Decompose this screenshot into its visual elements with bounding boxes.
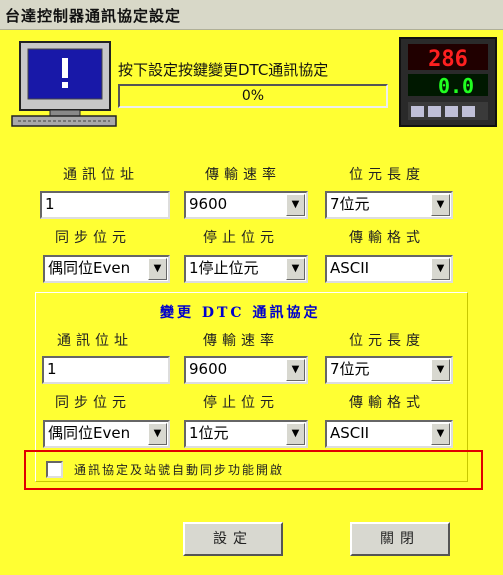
chevron-down-icon[interactable]: ▼ xyxy=(148,423,167,445)
current-parity-value: 偶同位Even xyxy=(48,259,131,277)
auto-sync-highlight: 通訊協定及站號自動同步功能開啟 xyxy=(24,450,483,490)
current-parity-label: 同步位元 xyxy=(55,230,131,246)
chevron-down-icon[interactable]: ▼ xyxy=(431,194,450,216)
change-parity-label: 同步位元 xyxy=(55,395,131,411)
current-format-select[interactable]: ASCII ▼ xyxy=(325,255,453,283)
current-bits-label: 位元長度 xyxy=(349,167,425,183)
current-bits-value: 7位元 xyxy=(330,195,370,213)
auto-sync-label: 通訊協定及站號自動同步功能開啟 xyxy=(74,463,285,477)
change-baud-value: 9600 xyxy=(189,360,228,378)
current-baud-value: 9600 xyxy=(189,195,228,213)
progress-label: 0% xyxy=(241,88,265,104)
change-format-label: 傳輸格式 xyxy=(349,395,425,411)
change-address-label: 通訊位址 xyxy=(57,333,133,349)
window-title: 台達控制器通訊協定設定 xyxy=(0,0,503,30)
status-message: 按下設定按鍵變更DTC通訊協定 xyxy=(118,61,329,79)
current-baud-select[interactable]: 9600 ▼ xyxy=(184,191,308,219)
close-button[interactable]: 關閉 xyxy=(350,522,450,556)
chevron-down-icon[interactable]: ▼ xyxy=(286,359,305,381)
change-settings-title: 變更 DTC 通訊協定 xyxy=(160,305,321,321)
change-bits-value: 7位元 xyxy=(330,360,370,378)
change-baud-label: 傳輸速率 xyxy=(203,333,279,349)
change-baud-select[interactable]: 9600 ▼ xyxy=(184,356,308,384)
chevron-down-icon[interactable]: ▼ xyxy=(286,194,305,216)
current-address-label: 通訊位址 xyxy=(63,167,139,183)
change-bits-select[interactable]: 7位元 ▼ xyxy=(325,356,453,384)
main-panel: 按下設定按鍵變更DTC通訊協定 0% 286 0.0 通訊位址 傳輸速率 位元長… xyxy=(0,30,503,575)
chevron-down-icon[interactable]: ▼ xyxy=(431,359,450,381)
controller-pv: 286 xyxy=(428,47,468,72)
change-parity-select[interactable]: 偶同位Even ▼ xyxy=(43,420,170,448)
current-stop-label: 停止位元 xyxy=(203,230,279,246)
current-format-label: 傳輸格式 xyxy=(349,230,425,246)
chevron-down-icon[interactable]: ▼ xyxy=(148,258,167,280)
chevron-down-icon[interactable]: ▼ xyxy=(431,258,450,280)
current-address-input[interactable]: 1 xyxy=(40,191,170,219)
change-format-value: ASCII xyxy=(330,424,370,442)
change-address-input[interactable]: 1 xyxy=(42,356,170,384)
change-stop-select[interactable]: 1位元 ▼ xyxy=(184,420,308,448)
chevron-down-icon[interactable]: ▼ xyxy=(286,258,305,280)
current-stop-select[interactable]: 1停止位元 ▼ xyxy=(184,255,308,283)
current-format-value: ASCII xyxy=(330,259,370,277)
auto-sync-checkbox[interactable] xyxy=(46,461,63,478)
controller-icon: 286 0.0 xyxy=(398,36,498,128)
current-parity-select[interactable]: 偶同位Even ▼ xyxy=(43,255,170,283)
current-stop-value: 1停止位元 xyxy=(189,259,259,277)
controller-sv: 0.0 xyxy=(438,74,474,98)
change-format-select[interactable]: ASCII ▼ xyxy=(325,420,453,448)
current-bits-select[interactable]: 7位元 ▼ xyxy=(325,191,453,219)
chevron-down-icon[interactable]: ▼ xyxy=(431,423,450,445)
change-bits-label: 位元長度 xyxy=(349,333,425,349)
computer-icon xyxy=(11,41,117,127)
change-parity-value: 偶同位Even xyxy=(48,424,131,442)
change-stop-label: 停止位元 xyxy=(203,395,279,411)
current-baud-label: 傳輸速率 xyxy=(205,167,281,183)
set-button[interactable]: 設定 xyxy=(183,522,283,556)
progress-bar: 0% xyxy=(118,84,388,108)
change-stop-value: 1位元 xyxy=(189,424,229,442)
chevron-down-icon[interactable]: ▼ xyxy=(286,423,305,445)
